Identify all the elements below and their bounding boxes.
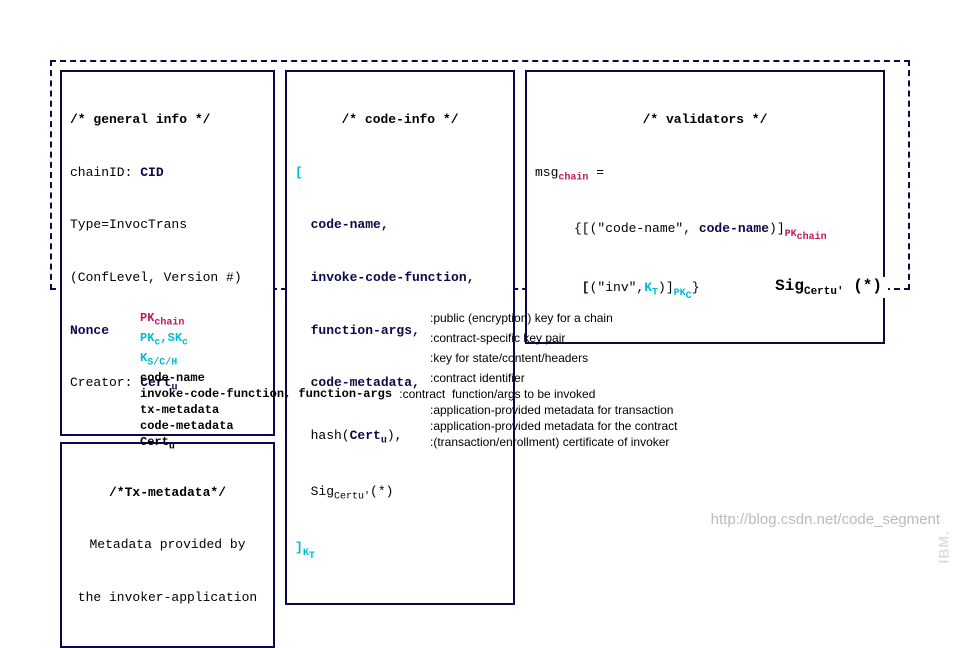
legend-value: :application-provided metadata for trans… bbox=[430, 402, 673, 418]
legend-key: tx-metadata bbox=[140, 402, 430, 418]
tx-metadata-box: /*Tx-metadata*/ Metadata provided by the… bbox=[60, 442, 275, 647]
legend-key: code-name bbox=[140, 370, 430, 386]
general-line2: Type=InvocTrans bbox=[70, 216, 265, 234]
legend-value: :contract-specific key pair bbox=[430, 330, 565, 350]
legend-row: code-name:contract identifier bbox=[140, 370, 677, 386]
code-title: /* code-info */ bbox=[295, 111, 505, 129]
legend-value: :public (encryption) key for a chain bbox=[430, 310, 613, 330]
code-l6: SigCertu'(*) bbox=[295, 483, 505, 504]
general-line3: (ConfLevel, Version #) bbox=[70, 269, 265, 287]
legend-key: Certu bbox=[140, 434, 430, 454]
txmeta-line1: Metadata provided by bbox=[70, 536, 265, 554]
legend-value: :key for state/content/headers bbox=[430, 350, 588, 370]
code-l2: invoke-code-function, bbox=[295, 269, 505, 287]
legend-row: Certu:(transaction/enrollment) certifica… bbox=[140, 434, 677, 454]
legend-value: :contract identifier bbox=[430, 370, 525, 386]
legend-value: :application-provided metadata for the c… bbox=[430, 418, 677, 434]
legend-row: PKchain:public (encryption) key for a ch… bbox=[140, 310, 677, 330]
message-structure-container: /* general info */ chainID: CID Type=Inv… bbox=[50, 60, 910, 290]
val-l2: {[("code-name", code-name)]PKchain bbox=[535, 220, 875, 244]
validators-box: /* validators */ msgchain = {[("code-nam… bbox=[525, 70, 885, 344]
legend-key: PKchain bbox=[140, 310, 430, 330]
general-title: /* general info */ bbox=[70, 111, 265, 129]
code-l1: code-name, bbox=[295, 216, 505, 234]
signature-label: SigCertu' (*) bbox=[769, 277, 888, 298]
legend-row: code-metadata:application-provided metad… bbox=[140, 418, 677, 434]
code-close: ]KT bbox=[295, 539, 505, 563]
legend-row: KS/C/H:key for state/content/headers bbox=[140, 350, 677, 370]
txmeta-title: /*Tx-metadata*/ bbox=[70, 484, 265, 502]
legend: PKchain:public (encryption) key for a ch… bbox=[140, 310, 677, 454]
legend-value: :(transaction/enrollment) certificate of… bbox=[430, 434, 669, 454]
general-line1: chainID: CID bbox=[70, 164, 265, 182]
legend-value: :contract function/args to be invoked bbox=[399, 386, 595, 402]
legend-row: invoke-code-function, function-args :con… bbox=[140, 386, 677, 402]
legend-key: PKc,SKc bbox=[140, 330, 430, 350]
legend-key: code-metadata bbox=[140, 418, 430, 434]
watermark-url: http://blog.csdn.net/code_segment bbox=[711, 511, 940, 528]
ibm-logo: IBM. bbox=[936, 530, 952, 564]
val-l1: msgchain = bbox=[535, 164, 875, 185]
legend-key: KS/C/H bbox=[140, 350, 430, 370]
legend-key: invoke-code-function, function-args bbox=[140, 386, 399, 402]
validators-title: /* validators */ bbox=[535, 111, 875, 129]
code-open: [ bbox=[295, 164, 505, 182]
txmeta-line2: the invoker-application bbox=[70, 589, 265, 607]
legend-row: tx-metadata:application-provided metadat… bbox=[140, 402, 677, 418]
legend-row: PKc,SKc:contract-specific key pair bbox=[140, 330, 677, 350]
